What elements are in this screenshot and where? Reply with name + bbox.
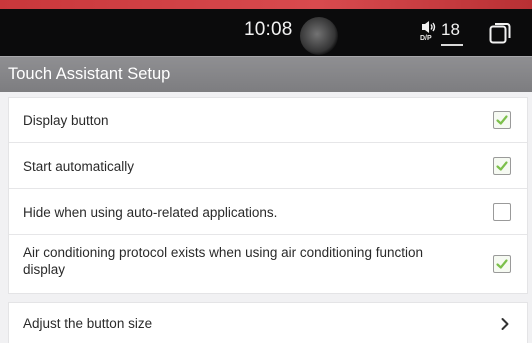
- temperature-underline: [441, 44, 463, 46]
- setting-label: Start automatically: [23, 159, 135, 174]
- hide-auto-apps-checkbox[interactable]: [493, 203, 511, 221]
- start-automatically-checkbox[interactable]: [493, 157, 511, 175]
- adjust-button-size-row[interactable]: Adjust the button size: [8, 302, 528, 343]
- recent-apps-icon[interactable]: [488, 21, 512, 45]
- setting-label: Air conditioning protocol exists when us…: [23, 245, 423, 277]
- setting-label: Hide when using auto-related application…: [23, 205, 278, 220]
- setting-row-start-automatically[interactable]: Start automatically: [9, 143, 527, 189]
- audio-mode-label: D/P: [420, 35, 432, 42]
- screen: 10:08 D/P 18 Touch Assistant Setup Displ…: [0, 0, 532, 343]
- settings-list: Display button Start automatically Hide …: [8, 97, 528, 294]
- clock: 10:08: [244, 19, 293, 40]
- air-conditioning-checkbox[interactable]: [493, 255, 511, 273]
- adjust-button-size-label: Adjust the button size: [23, 316, 153, 331]
- setting-label: Display button: [23, 113, 109, 128]
- status-bar: 10:08 D/P 18: [0, 9, 532, 56]
- temperature-value[interactable]: 18: [441, 20, 460, 40]
- chevron-right-icon: [499, 317, 511, 331]
- title-bar: Touch Assistant Setup: [0, 56, 532, 92]
- accent-strip: [0, 0, 532, 9]
- setting-row-air-conditioning[interactable]: Air conditioning protocol exists when us…: [9, 235, 527, 293]
- touch-assistant-floating-button[interactable]: [300, 17, 338, 55]
- display-button-checkbox[interactable]: [493, 111, 511, 129]
- page-title: Touch Assistant Setup: [8, 65, 171, 83]
- setting-row-display-button[interactable]: Display button: [9, 98, 527, 143]
- setting-row-hide-auto-apps[interactable]: Hide when using auto-related application…: [9, 189, 527, 235]
